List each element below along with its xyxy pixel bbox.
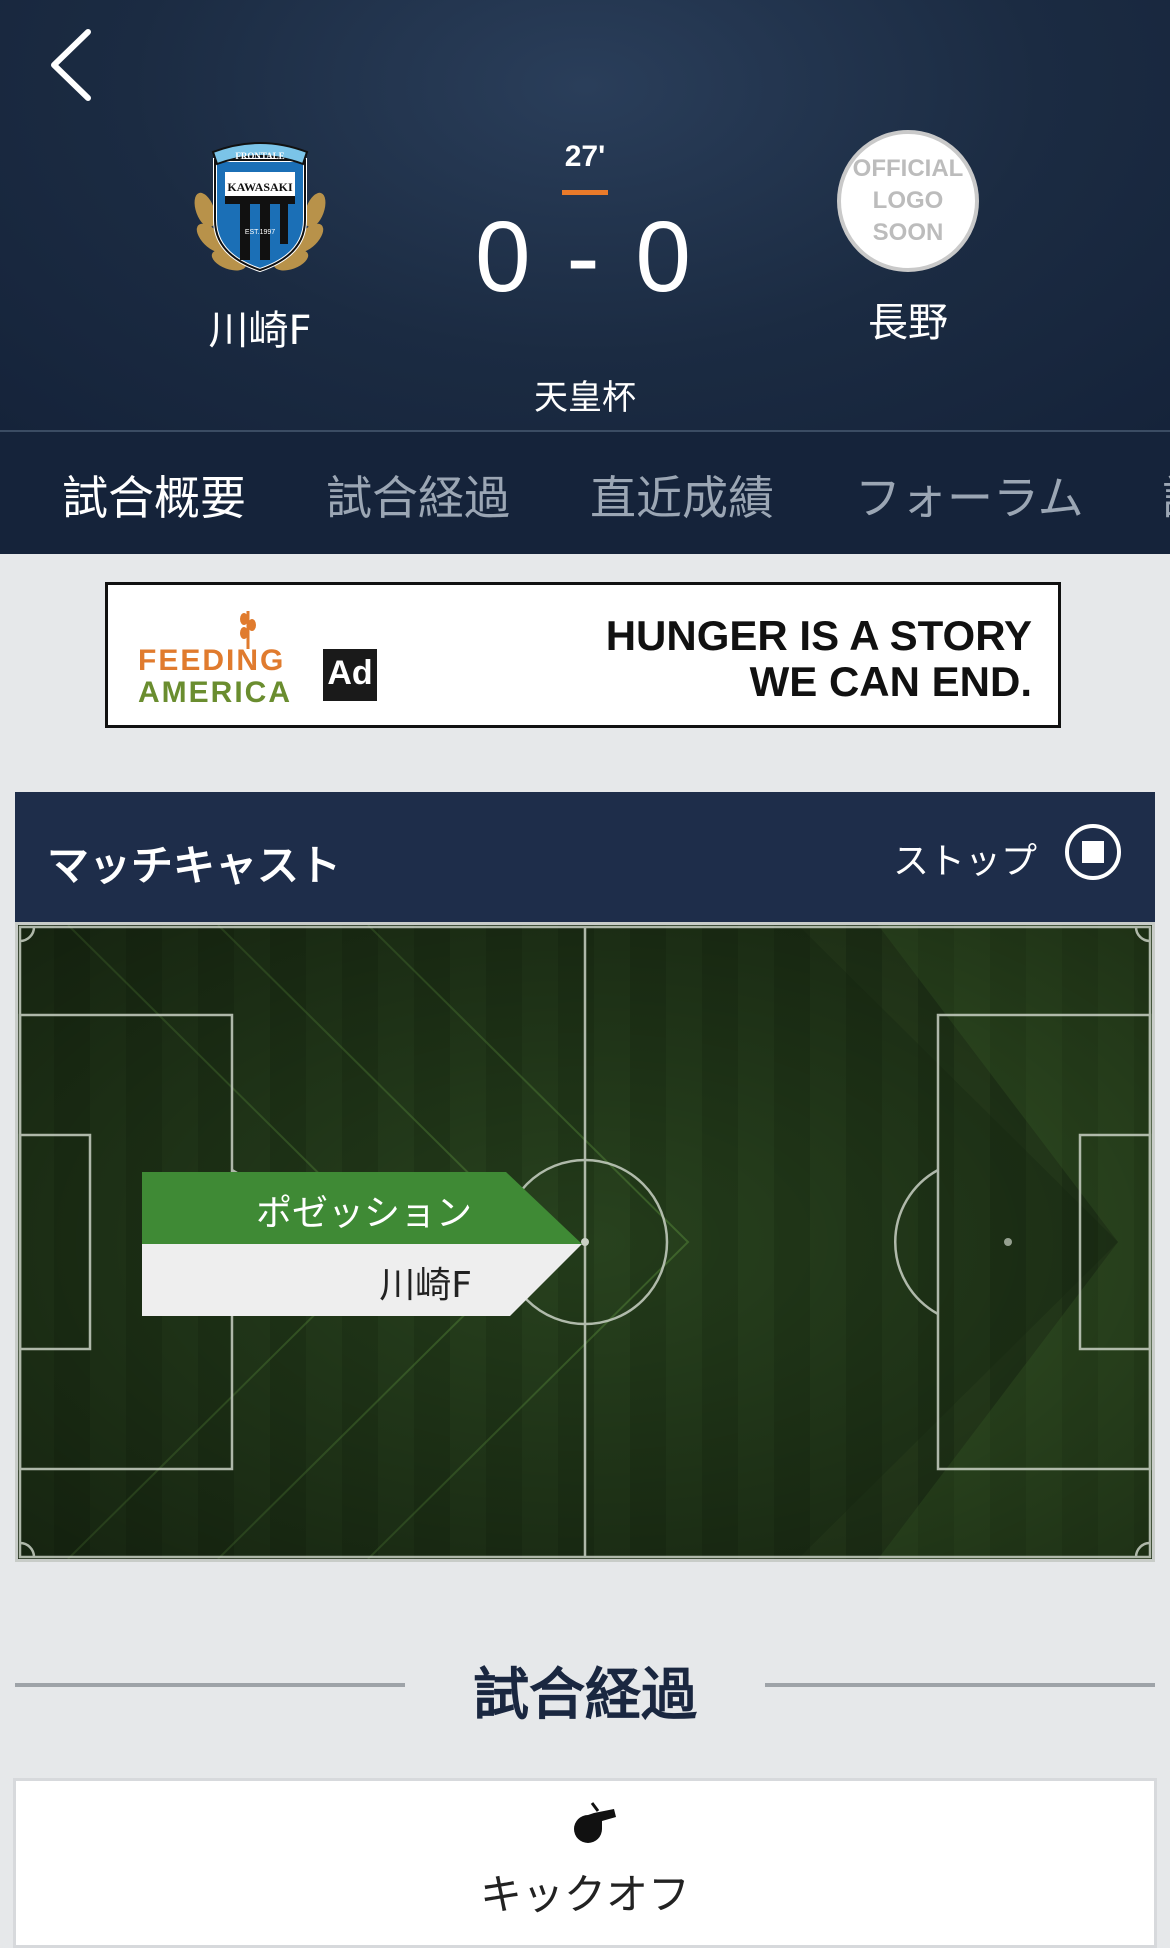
ad-headline-line2: WE CAN END. (749, 658, 1032, 705)
match-header: FRONTALE KAWASAKI EST.1997 川崎F 27' 0 - 0… (0, 0, 1170, 430)
tab-overflow[interactable]: 試 (1162, 462, 1170, 528)
tab-overview[interactable]: 試合概要 (62, 462, 246, 528)
stop-label[interactable]: ストップ (893, 832, 1037, 884)
chevron-left-icon (51, 29, 91, 101)
ad-headline: HUNGER IS A STORY WE CAN END. (606, 613, 1032, 705)
crest-banner-text: FRONTALE (235, 151, 284, 161)
competition-name: 天皇杯 (534, 378, 636, 418)
match-score: 0 - 0 (474, 201, 696, 313)
tab-timeline[interactable]: 試合経過 (326, 462, 510, 528)
home-team[interactable]: FRONTALE KAWASAKI EST.1997 川崎F (130, 130, 390, 356)
back-button[interactable] (40, 20, 110, 110)
section-title: 試合経過 (473, 1663, 697, 1728)
possession-team: 川崎F (379, 1265, 472, 1306)
possession-indicator: ポゼッション 川崎F (142, 1172, 582, 1316)
match-minute: 27' (564, 140, 606, 173)
home-team-crest: FRONTALE KAWASAKI EST.1997 (194, 142, 326, 273)
whistle-icon (574, 1802, 616, 1843)
minute-indicator (562, 190, 608, 195)
ad-headline-line1: HUNGER IS A STORY (605, 612, 1032, 659)
ad-brand: FEEDING AMERICA (138, 645, 292, 709)
away-team[interactable]: OFFICIAL LOGO SOON 長野 (778, 130, 1038, 348)
ad-brand-line1: FEEDING (138, 644, 286, 677)
crest-est-text: EST.1997 (245, 229, 275, 236)
away-team-name: 長野 (868, 300, 948, 346)
tab-bar: 試合概要 試合経過 直近成績 フォーラム 試 (0, 430, 1170, 554)
crest-name-text: KAWASAKI (227, 180, 293, 194)
section-divider-left (15, 1683, 405, 1687)
tab-forum[interactable]: フォーラム (855, 462, 1084, 528)
wheat-icon (240, 611, 256, 649)
home-team-name: 川崎F (208, 308, 312, 354)
possession-team-bar (142, 1244, 582, 1316)
logo-text-line: LOGO (872, 187, 944, 214)
stop-icon[interactable] (1065, 824, 1121, 880)
event-label: キックオフ (479, 1870, 690, 1919)
logo-text-line: SOON (872, 219, 944, 246)
ad-council-logo: Ad (323, 649, 377, 701)
ad-brand-line2: AMERICA (138, 676, 292, 709)
section-divider-right (765, 1683, 1155, 1687)
possession-label: ポゼッション (255, 1193, 472, 1234)
ad-banner[interactable]: FEEDING AMERICA Ad HUNGER IS A STORY WE … (105, 582, 1061, 728)
logo-text-line: OFFICIAL (852, 155, 964, 182)
matchcast-title: マッチキャスト (47, 841, 342, 890)
away-team-logo: OFFICIAL LOGO SOON (837, 130, 979, 272)
matchcast-header: マッチキャスト ストップ (15, 792, 1155, 922)
tab-recent-form[interactable]: 直近成績 (590, 462, 774, 528)
event-card: キックオフ (13, 1778, 1157, 1948)
